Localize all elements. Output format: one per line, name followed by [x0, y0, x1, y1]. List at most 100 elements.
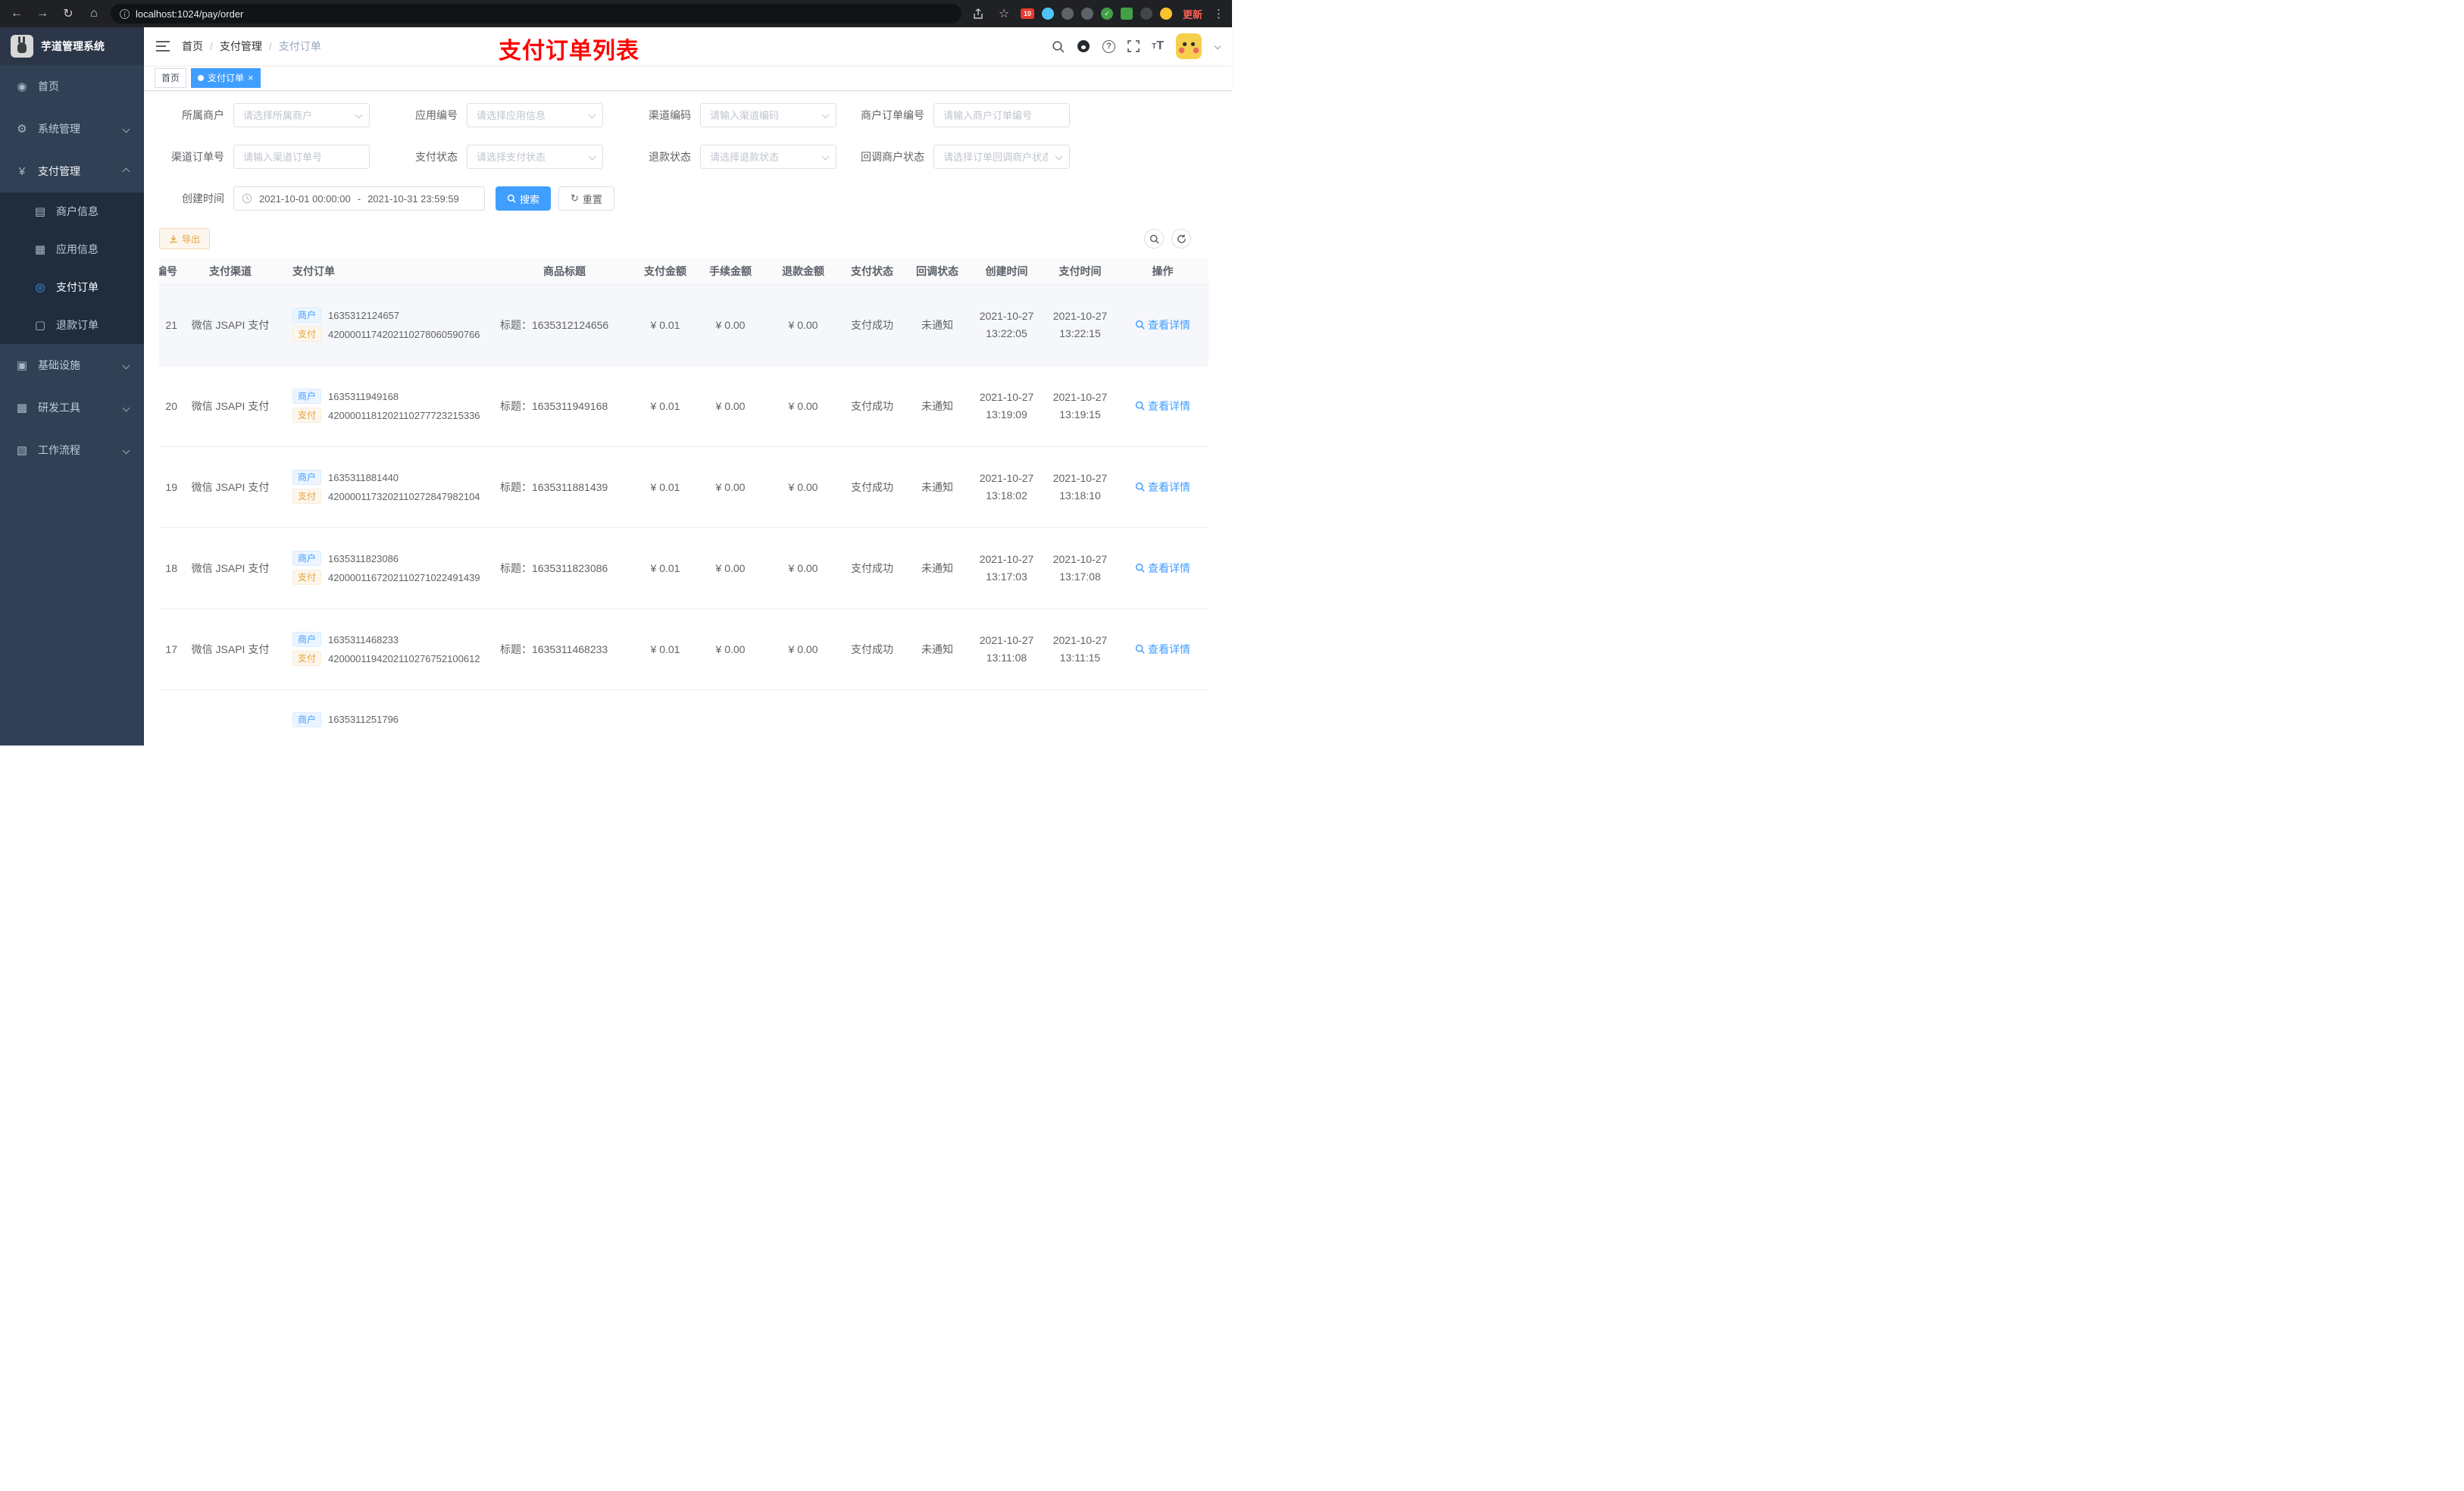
pay-amount: ¥ 0.01: [636, 608, 694, 690]
extension-badge[interactable]: 10: [1020, 8, 1034, 19]
sidebar-item-infra[interactable]: ▣ 基础设施: [0, 344, 144, 386]
refresh-table-icon[interactable]: [1171, 229, 1191, 248]
sidebar-logo[interactable]: 芋道管理系统: [0, 27, 144, 65]
browser-menu-icon[interactable]: ⋮: [1213, 7, 1224, 20]
channel-order-no-field[interactable]: [233, 145, 370, 169]
back-icon[interactable]: ←: [8, 5, 26, 23]
filter-channel-order-no: 渠道订单号: [159, 145, 370, 169]
table-toolbar: 导出: [144, 228, 1232, 249]
search-button[interactable]: 搜索: [496, 186, 552, 211]
sidebar-item-payment[interactable]: ¥ 支付管理: [0, 150, 144, 192]
sidebar-item-pay-order[interactable]: ◎ 支付订单: [0, 268, 144, 306]
sidebar: 芋道管理系统 ◉ 首页 ⚙ 系统管理 ¥ 支付管理 ▤ 商户信息 ▦ 应用信息 …: [0, 27, 144, 746]
extension-check-icon[interactable]: ✓: [1100, 8, 1113, 20]
channel-code-select[interactable]: [700, 103, 836, 127]
tags-view-bar: 首页 支付订单 ×: [144, 65, 1232, 91]
refund-status-select[interactable]: [700, 145, 836, 169]
refund-amount: ¥ 0.00: [767, 365, 840, 447]
merchant-order-no: 1635311949168: [328, 390, 399, 402]
merchant-tag: 商户: [292, 632, 322, 647]
app-select[interactable]: [467, 103, 603, 127]
pay-amount: ¥ 0.01: [636, 446, 694, 528]
merchant-tag: 商户: [292, 551, 322, 566]
table-row: 18 微信 JSAPI 支付 商户 1635311823086 支付 42000…: [159, 527, 1209, 609]
sidebar-item-app-info[interactable]: ▦ 应用信息: [0, 230, 144, 268]
pay-time: 2021-10-27 13:22:15: [1043, 284, 1117, 366]
sidebar-item-home[interactable]: ◉ 首页: [0, 65, 144, 108]
view-detail-link[interactable]: 查看详情: [1135, 561, 1190, 576]
export-button[interactable]: 导出: [159, 228, 211, 249]
merchant-order-no-input[interactable]: [933, 103, 1070, 127]
forward-icon[interactable]: →: [33, 5, 52, 23]
home-icon[interactable]: ⌂: [85, 5, 103, 23]
merchant-order-no: 1635311881440: [328, 471, 399, 483]
order-id: 21: [165, 318, 177, 331]
sidebar-item-merchant-info[interactable]: ▤ 商户信息: [0, 192, 144, 230]
tag-pay-order[interactable]: 支付订单 ×: [191, 67, 261, 88]
app-select-input[interactable]: [467, 103, 603, 127]
view-detail-link[interactable]: 查看详情: [1135, 317, 1190, 333]
table-body: 21 微信 JSAPI 支付 商户 1635312124657 支付 42000…: [159, 284, 1209, 690]
close-icon[interactable]: ×: [248, 73, 254, 83]
share-icon[interactable]: [969, 5, 987, 23]
profile-avatar-icon[interactable]: [1159, 8, 1172, 20]
filter-merchant: 所属商户: [159, 103, 370, 127]
card-icon: ▤: [34, 205, 46, 218]
channel-order-no-input[interactable]: [233, 145, 370, 169]
orders-table: 编号 支付渠道 支付订单 商品标题 支付金额 手续金额 退款金额 支付状态 回调…: [159, 258, 1217, 746]
bookmark-star-icon[interactable]: ☆: [995, 5, 1013, 23]
extension-icon-2[interactable]: [1080, 8, 1093, 20]
github-icon[interactable]: [1077, 39, 1090, 53]
fullscreen-icon[interactable]: [1127, 40, 1140, 52]
pay-status-select[interactable]: [467, 145, 603, 169]
extensions-pin-icon[interactable]: [1140, 8, 1152, 20]
product-title: 标题：1635311949168: [492, 365, 636, 447]
toggle-search-icon[interactable]: [1144, 229, 1164, 248]
chevron-down-icon: [122, 125, 130, 133]
grid-icon: ▦: [34, 243, 46, 256]
tag-home[interactable]: 首页: [155, 67, 187, 88]
pay-status-input[interactable]: [467, 145, 603, 169]
help-icon[interactable]: ?: [1102, 39, 1116, 53]
sidebar-item-workflow[interactable]: ▧ 工作流程: [0, 429, 144, 471]
reset-button[interactable]: ↻ 重置: [558, 186, 614, 211]
url-bar[interactable]: i localhost:1024/pay/order: [111, 4, 962, 23]
active-dot: [198, 74, 205, 81]
merchant-order-no-field[interactable]: [933, 103, 1070, 127]
clock-icon: [242, 193, 252, 204]
reload-icon[interactable]: ↻: [59, 5, 77, 23]
user-avatar[interactable]: [1176, 33, 1202, 59]
sidebar-item-refund-order[interactable]: ▢ 退款订单: [0, 306, 144, 344]
sidebar-item-dev-tools[interactable]: ▩ 研发工具: [0, 386, 144, 429]
font-size-icon[interactable]: TT: [1152, 39, 1164, 53]
hamburger-icon[interactable]: [156, 41, 170, 52]
create-time-range-picker[interactable]: 2021-10-01 00:00:00 - 2021-10-31 23:59:5…: [233, 186, 485, 211]
refund-status-input[interactable]: [700, 145, 836, 169]
extension-icon-1[interactable]: [1061, 8, 1074, 20]
view-detail-link[interactable]: 查看详情: [1135, 399, 1190, 414]
site-info-icon[interactable]: i: [120, 8, 130, 19]
avatar-caret-icon[interactable]: [1214, 42, 1221, 50]
breadcrumb-parent[interactable]: 支付管理: [220, 39, 262, 54]
channel-code-input[interactable]: [700, 103, 836, 127]
pay-order-cell: 商户 1635312124657 支付 42000011742021102780…: [283, 284, 492, 366]
merchant-select-input[interactable]: [233, 103, 370, 127]
monitor-icon: ▣: [16, 359, 28, 372]
view-detail-link[interactable]: 查看详情: [1135, 480, 1190, 495]
notify-status-select[interactable]: [933, 145, 1070, 169]
extension-chat-icon[interactable]: [1120, 8, 1133, 20]
filter-form: 所属商户 应用编号 渠道编码: [144, 91, 1232, 211]
notify-status-input[interactable]: [933, 145, 1070, 169]
view-detail-link[interactable]: 查看详情: [1135, 642, 1190, 657]
pay-order-cell: 商户 1635311881440 支付 42000011732021102728…: [283, 446, 492, 528]
merchant-select[interactable]: [233, 103, 370, 127]
breadcrumb-home[interactable]: 首页: [182, 39, 203, 54]
table-row: 20 微信 JSAPI 支付 商户 1635311949168 支付 42000…: [159, 365, 1209, 447]
extension-drop-icon[interactable]: [1041, 8, 1054, 20]
filter-merchant-order-no: 商户订单编号: [859, 103, 1070, 127]
pay-channel: 微信 JSAPI 支付: [177, 284, 283, 366]
order-id: 18: [165, 561, 177, 574]
search-icon[interactable]: [1052, 40, 1065, 53]
sidebar-item-system[interactable]: ⚙ 系统管理: [0, 108, 144, 150]
browser-update-button[interactable]: 更新: [1180, 7, 1205, 21]
